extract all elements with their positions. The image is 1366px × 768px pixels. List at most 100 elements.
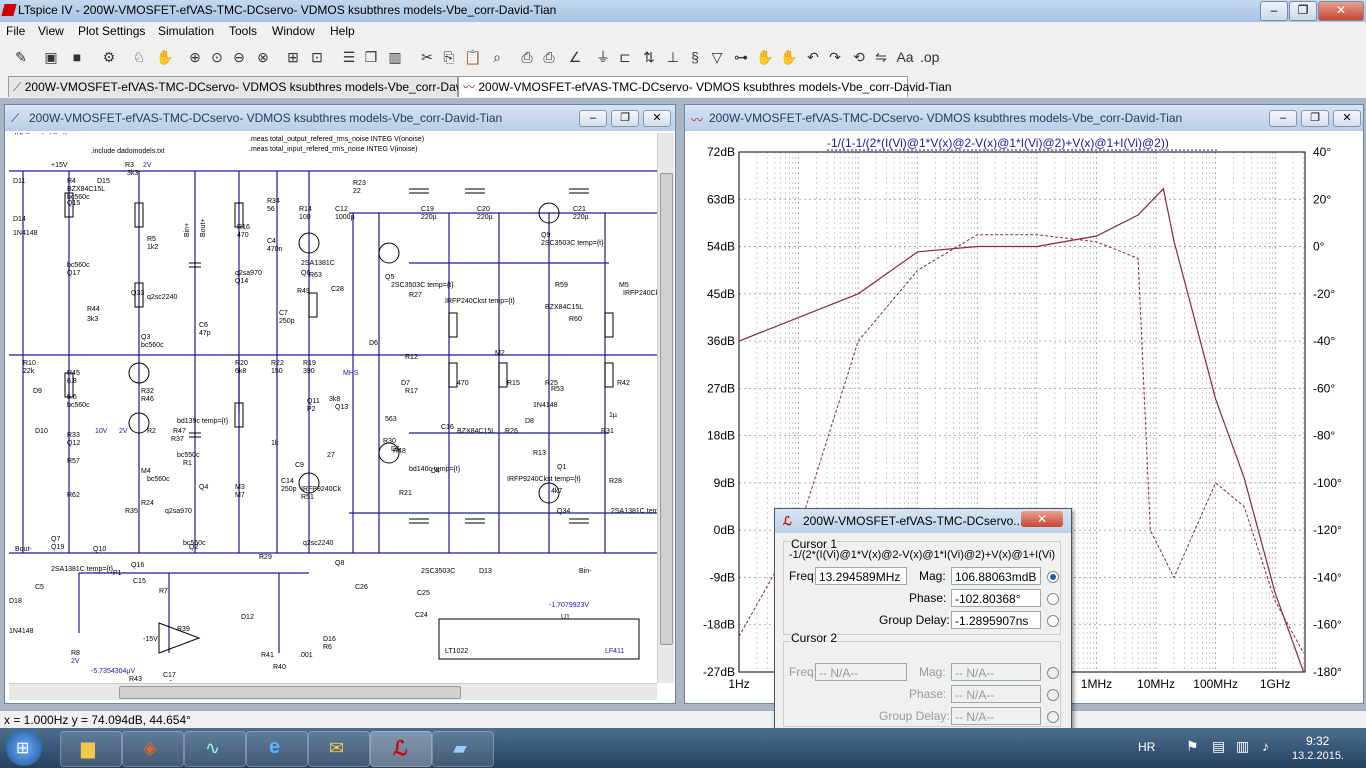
schematic-label[interactable]: Bin+ (184, 223, 191, 237)
menu-simulation[interactable]: Simulation (158, 24, 214, 38)
schematic-label[interactable]: bd139c temp={t} (177, 418, 229, 425)
schematic-label[interactable]: R60 (569, 316, 582, 323)
schematic-label[interactable]: R42 (617, 380, 630, 387)
schematic-label[interactable]: 2SC3503C temp={t} (541, 240, 604, 247)
start-button[interactable]: ⊞ (6, 730, 42, 766)
schematic-label[interactable]: R33 (67, 432, 80, 439)
schematic-label[interactable]: R29 (259, 554, 272, 561)
schematic-restore-button[interactable]: ❐ (611, 110, 639, 127)
schematic-label[interactable]: bc560c (141, 342, 164, 349)
wire-icon[interactable]: ∠ (566, 48, 584, 66)
schematic-label[interactable]: Q7 (51, 536, 60, 543)
cursor-dialog-close-button[interactable]: ✕ (1021, 511, 1063, 527)
schematic-label[interactable]: 2SA1381C (301, 260, 335, 267)
schematic-label[interactable]: R48 (393, 448, 406, 455)
redo-icon[interactable]: ↷ (826, 48, 844, 66)
save-icon[interactable]: ■ (68, 48, 86, 66)
language-indicator[interactable]: HR (1138, 740, 1155, 754)
schematic-label[interactable]: q2sc2240 (147, 294, 177, 301)
schematic-label[interactable]: D13 (479, 568, 492, 575)
explorer-taskbar-icon[interactable]: ▆ (60, 731, 122, 767)
schematic-label[interactable]: 2SC3503C (421, 568, 455, 575)
schematic-label[interactable]: R2 (147, 428, 156, 435)
phase-radio[interactable] (1047, 593, 1059, 605)
minimize-button[interactable]: – (1260, 1, 1288, 21)
mag-radio[interactable] (1047, 571, 1059, 583)
clock-date[interactable]: 13.2.2015. (1292, 750, 1344, 762)
schematic-label[interactable]: R45 (67, 370, 80, 377)
rotate-icon[interactable]: ⟲ (850, 48, 868, 66)
schematic-label[interactable]: 22 (353, 188, 361, 195)
schematic-label[interactable]: R16 (237, 224, 250, 231)
component-icon[interactable]: ⊶ (732, 48, 750, 66)
schematic-label[interactable]: IRFP240Ck (623, 290, 657, 297)
schematic-label[interactable]: 470 (237, 232, 249, 239)
schematic-label[interactable]: Q17 (67, 270, 80, 277)
schematic-label[interactable]: D16 (323, 636, 336, 643)
schematic-label[interactable]: R40 (273, 664, 286, 671)
tab-waveform[interactable]: 〰 200W-VMOSFET-efVAS-TMC-DCservo- VDMOS … (458, 76, 952, 97)
schematic-label[interactable]: R41 (261, 652, 274, 659)
schematic-label[interactable]: Q33 (131, 290, 144, 297)
schematic-label[interactable]: q2sc2240 (303, 540, 333, 547)
schematic-label[interactable]: R26 (505, 428, 518, 435)
zoom-out-icon[interactable]: ⊖ (230, 48, 248, 66)
diode-icon[interactable]: ▽ (708, 48, 726, 66)
schematic-label[interactable]: D10 (35, 428, 48, 435)
schematic-label[interactable]: P2 (307, 406, 316, 413)
resistor-icon[interactable]: ⇅ (640, 48, 658, 66)
schematic-label[interactable]: R32 (141, 388, 154, 395)
schematic-label[interactable]: Bout+ (200, 219, 207, 238)
schematic-label[interactable]: 250p (281, 486, 297, 493)
schematic-label[interactable]: M3 (235, 484, 245, 491)
schematic-label[interactable]: R6 (323, 644, 332, 651)
schematic-label[interactable]: P1 (113, 570, 122, 577)
schematic-label[interactable]: Q8 (335, 560, 344, 567)
hscroll-thumb[interactable] (119, 686, 461, 699)
mirror-icon[interactable]: ⇋ (872, 48, 890, 66)
menu-file[interactable]: File (6, 24, 25, 38)
plot-close-button[interactable]: ✕ (1333, 110, 1361, 127)
schematic-label[interactable]: 1k (271, 440, 279, 447)
plot-minimize-button[interactable]: – (1269, 110, 1297, 127)
schematic-label[interactable]: Q34 (557, 508, 570, 515)
schematic-label[interactable]: -15V (143, 636, 158, 643)
schematic-label[interactable]: C6 (199, 322, 208, 329)
schematic-label[interactable]: IRFP9240Ck (301, 486, 342, 493)
schematic-label[interactable]: 2V (143, 162, 152, 169)
schematic-label[interactable]: R12 (405, 354, 418, 361)
schematic-label[interactable]: D8 (525, 418, 534, 425)
schematic-label[interactable]: D11 (13, 178, 25, 185)
ltspice-taskbar-icon[interactable]: ℒ (370, 731, 432, 767)
schematic-label[interactable]: D4 (431, 468, 440, 475)
schematic-label[interactable]: 56 (267, 206, 275, 213)
move-icon[interactable]: ✋ (756, 48, 774, 66)
schematic-label[interactable]: Q14 (235, 278, 248, 285)
schematic-label[interactable]: M2 (495, 350, 505, 357)
measure-icon[interactable]: ⊡ (308, 48, 326, 66)
print-icon[interactable]: ⎙ (540, 48, 558, 66)
schematic-label[interactable]: bc560c (67, 402, 90, 409)
schematic-label[interactable]: R5 (147, 236, 156, 243)
schematic-label[interactable]: U1 (561, 614, 570, 621)
schematic-label[interactable]: q2sa970 (165, 508, 192, 515)
schematic-label[interactable]: R10 (23, 360, 36, 367)
schematic-hscrollbar[interactable] (9, 683, 657, 700)
schematic-label[interactable]: D9 (33, 388, 42, 395)
schematic-label[interactable]: 470n (267, 246, 283, 253)
schematic-label[interactable]: M7 (235, 492, 245, 499)
schematic-label[interactable]: 150 (271, 368, 283, 375)
schematic-label[interactable]: Q15 (67, 200, 80, 207)
schematic-label[interactable]: D6 (369, 340, 378, 347)
schematic-label[interactable]: MHS (343, 370, 359, 377)
schematic-label[interactable]: R28 (609, 478, 622, 485)
schematic-label[interactable]: Q13 (335, 404, 348, 411)
maximize-button[interactable]: ❐ (1289, 1, 1317, 21)
schematic-label[interactable]: Q5 (385, 274, 394, 281)
schematic-label[interactable]: R30 (383, 438, 396, 445)
schematic-label[interactable]: Q11 (307, 398, 320, 405)
undo-icon[interactable]: ↶ (804, 48, 822, 66)
schematic-label[interactable]: 563 (385, 416, 397, 423)
schematic-label[interactable]: R4 (67, 178, 76, 185)
schematic-label[interactable]: 1N4148 (9, 628, 34, 635)
